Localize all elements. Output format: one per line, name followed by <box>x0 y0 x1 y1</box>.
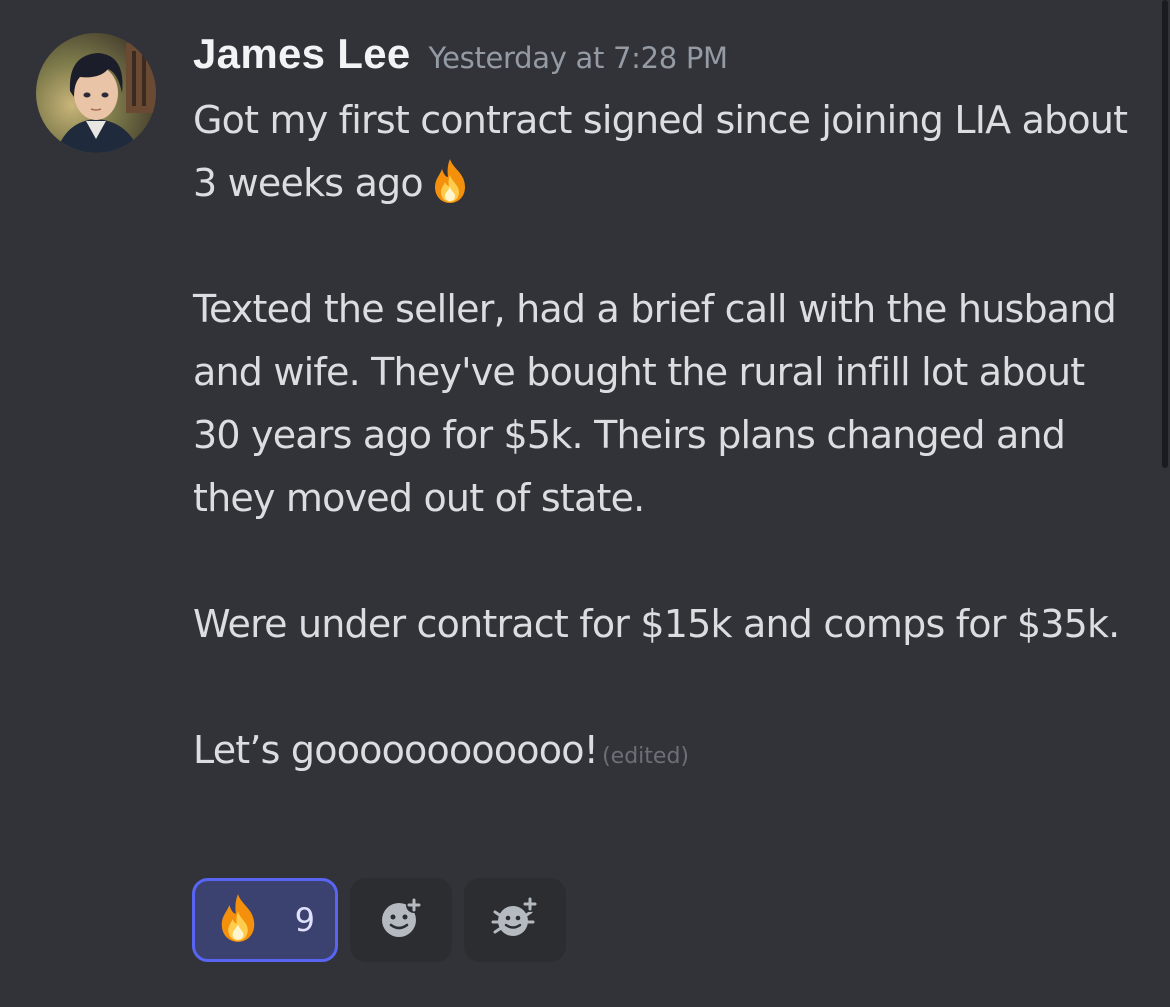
chat-message: James Lee Yesterday at 7:28 PM Got my fir… <box>0 0 1170 1007</box>
scrollbar-thumb[interactable] <box>1162 0 1168 468</box>
username[interactable]: James Lee <box>193 30 411 77</box>
message-text: Got my first contract signed since joini… <box>193 98 1128 205</box>
add-reaction-button[interactable] <box>350 878 452 962</box>
message-paragraph: Were under contract for $15k and comps f… <box>193 602 1120 646</box>
add-super-reaction-button[interactable] <box>464 878 566 962</box>
timestamp[interactable]: Yesterday at 7:28 PM <box>429 41 729 75</box>
reaction-fire[interactable]: 9 <box>192 878 338 962</box>
message-header: James Lee Yesterday at 7:28 PM <box>193 30 728 88</box>
avatar-image <box>36 33 156 153</box>
message-paragraph: Let’s goooooooooooo! (edited) <box>193 719 1133 788</box>
fire-emoji-icon <box>215 892 261 948</box>
message-paragraph: Texted the seller, had a brief call with… <box>193 287 1117 520</box>
reaction-count: 9 <box>294 901 315 939</box>
message-paragraph: Got my first contract signed since joini… <box>193 89 1133 215</box>
add-super-reaction-icon <box>489 894 541 946</box>
user-avatar[interactable] <box>36 33 156 153</box>
reactions-bar: 9 <box>192 878 566 964</box>
message-content: Got my first contract signed since joini… <box>193 89 1133 788</box>
add-reaction-icon <box>377 894 425 946</box>
edited-label: (edited) <box>602 744 689 769</box>
scrollbar[interactable] <box>1160 0 1170 470</box>
fire-emoji-icon <box>429 157 471 205</box>
message-text: Let’s goooooooooooo! <box>193 728 599 772</box>
